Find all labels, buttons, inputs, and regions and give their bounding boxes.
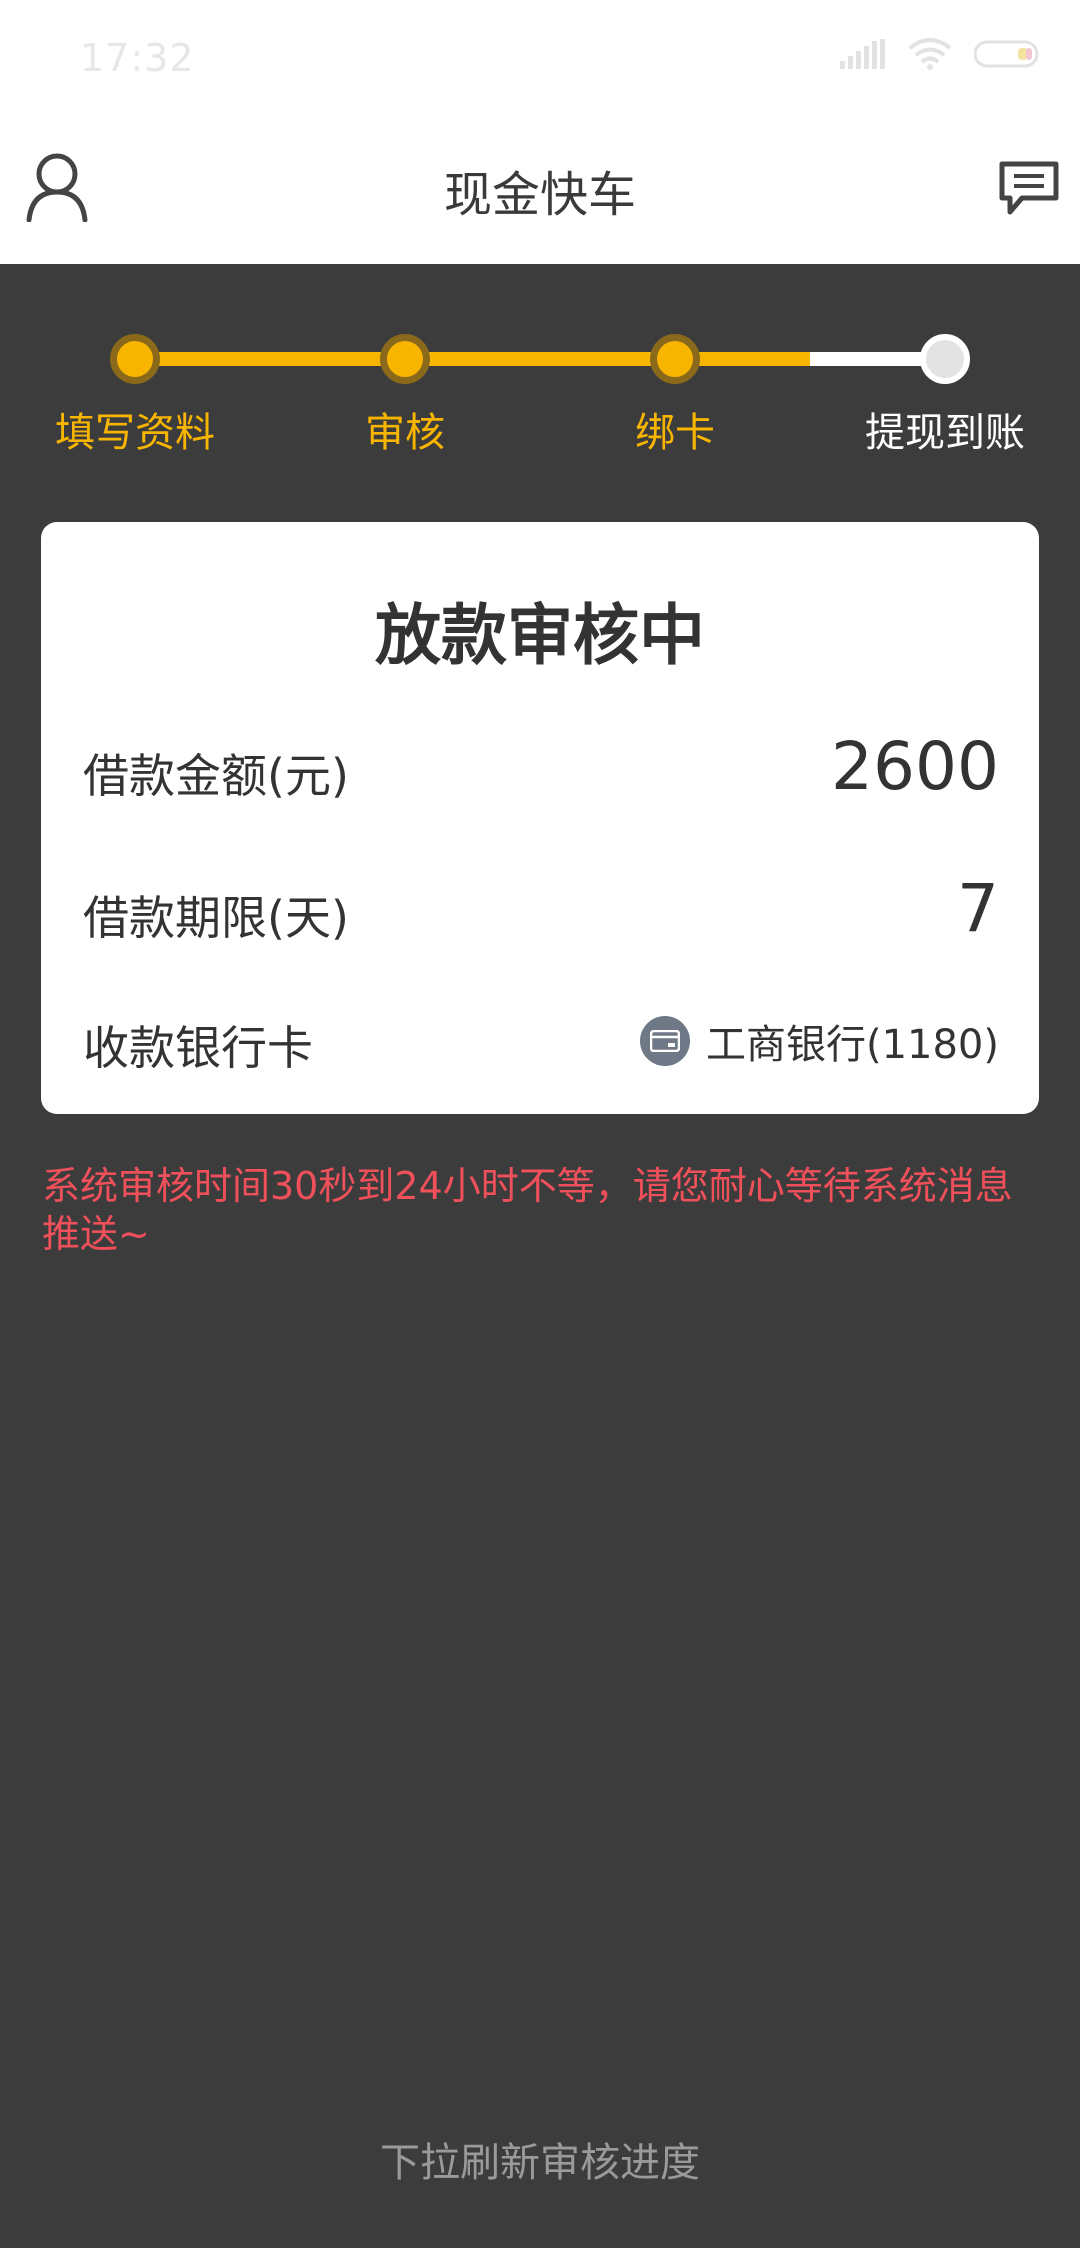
pull-refresh-hint: 下拉刷新审核进度 <box>380 2140 700 2186</box>
loan-status-card: 放款审核中 借款金额(元) 2600 借款期限(天) 7 收款银行卡 工商银行(… <box>41 522 1039 1114</box>
step-label-4: 提现到账 <box>865 410 1025 456</box>
step-label-3: 绑卡 <box>635 410 715 456</box>
progress-track-done <box>135 352 810 366</box>
wifi-icon <box>908 38 952 70</box>
amount-label: 借款金额(元) <box>83 749 349 803</box>
step-dot-4 <box>920 334 970 384</box>
message-icon[interactable] <box>998 160 1060 216</box>
review-notice: 系统审核时间30秒到24小时不等，请您耐心等待系统消息推送~ <box>42 1164 1013 1256</box>
term-label: 借款期限(天) <box>83 891 349 945</box>
step-label-1: 填写资料 <box>55 410 215 456</box>
top-bar: 17:32 现金快车 <box>0 0 1080 264</box>
app-title: 现金快车 <box>443 167 636 223</box>
progress-steps: 填写资料 审核 绑卡 提现到账 <box>0 264 1080 524</box>
step-dot-3 <box>650 334 700 384</box>
card-title: 放款审核中 <box>375 597 705 674</box>
step-label-2: 审核 <box>365 410 445 456</box>
battery-icon <box>974 40 1039 68</box>
step-dot-1 <box>110 334 160 384</box>
status-icons <box>840 38 1040 70</box>
amount-value: 2600 <box>831 728 999 805</box>
signal-icon <box>840 39 885 69</box>
bank-label: 收款银行卡 <box>83 1021 313 1075</box>
bank-card[interactable]: 工商银行(1180) <box>639 1012 999 1070</box>
term-value: 7 <box>957 870 999 947</box>
status-time: 17:32 <box>80 36 195 80</box>
bank-value: 工商银行(1180) <box>705 1022 999 1068</box>
card-icon <box>639 1016 690 1066</box>
step-dot-2 <box>380 334 430 384</box>
